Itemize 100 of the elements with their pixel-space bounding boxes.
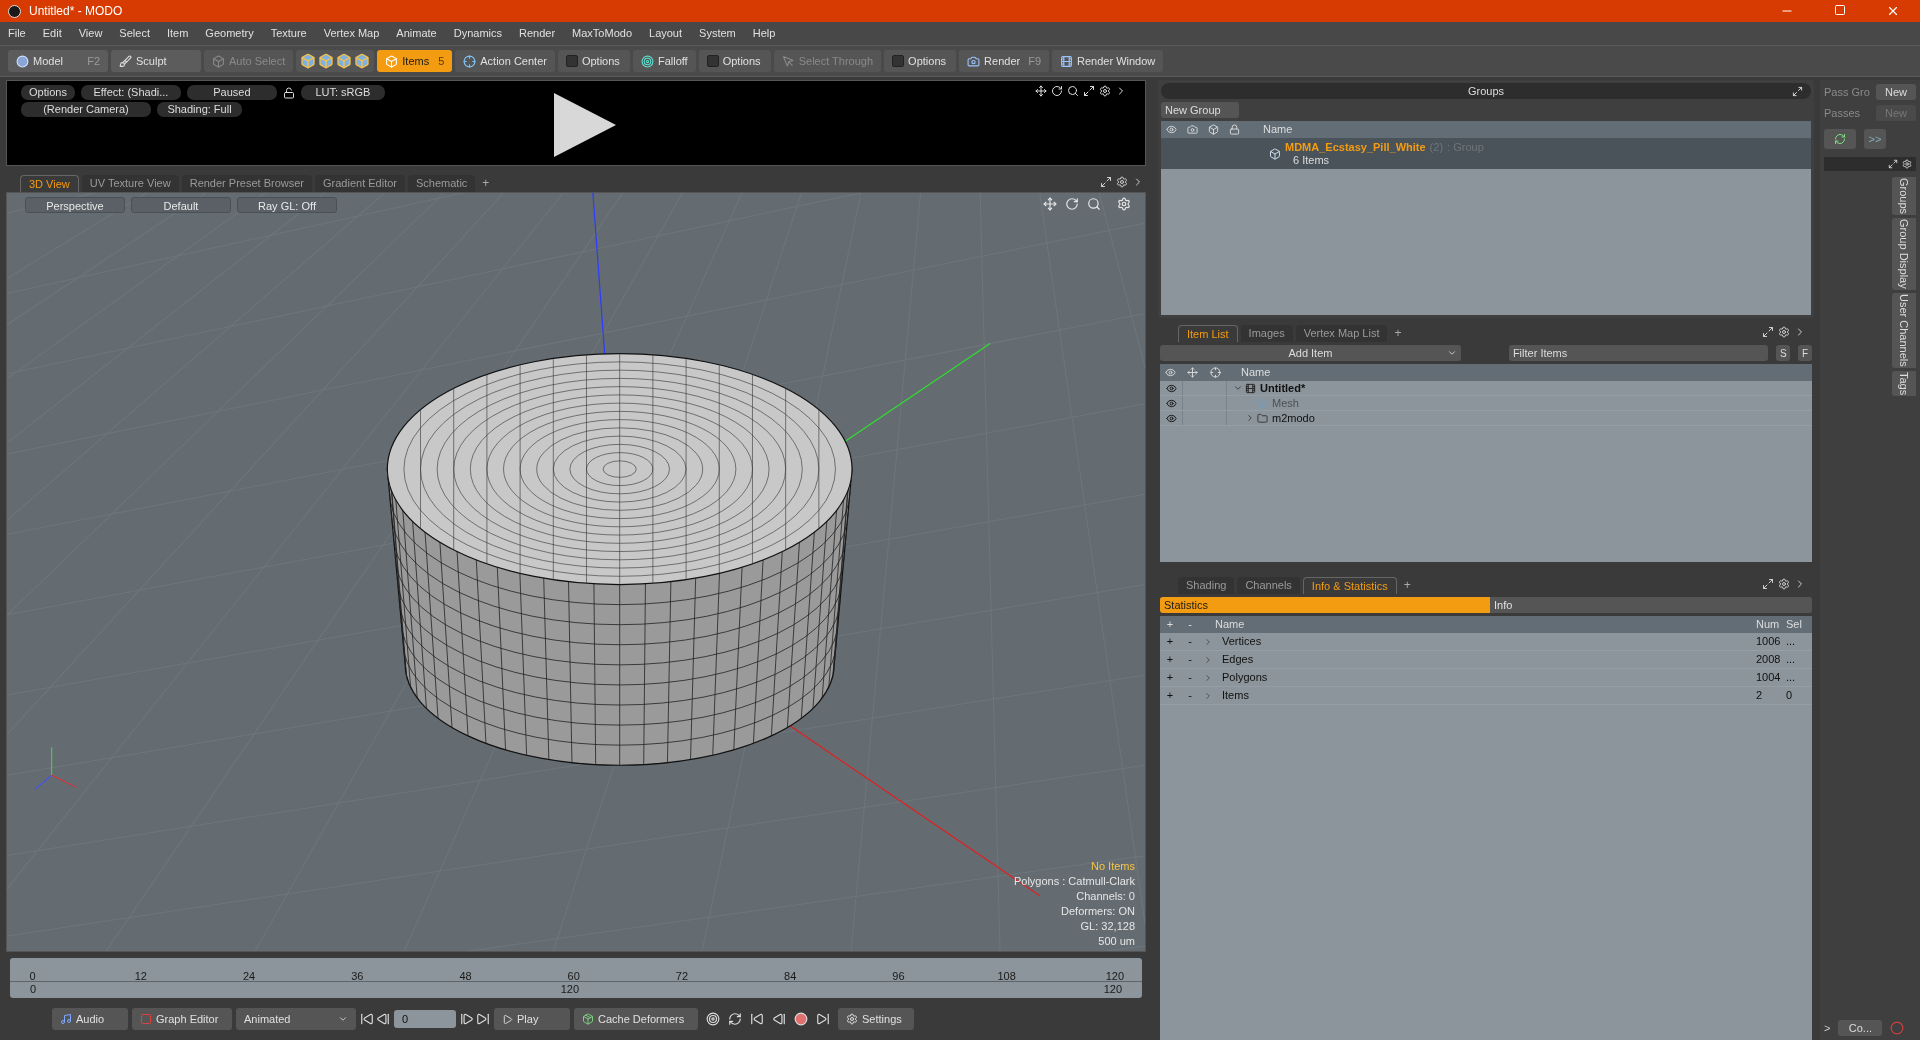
shading-chip[interactable]: Shading: Full <box>157 102 242 117</box>
collapse-control[interactable]: - <box>1180 687 1200 704</box>
maximize-icon[interactable] <box>1762 578 1774 590</box>
side-tab[interactable]: Groups <box>1891 177 1916 216</box>
menu-item[interactable]: MaxToModo <box>572 25 632 42</box>
settings-icon[interactable] <box>1778 578 1790 590</box>
selection-mode-icon[interactable] <box>354 53 371 69</box>
lock-icon[interactable] <box>282 86 295 99</box>
expand-control[interactable]: + <box>1160 633 1180 650</box>
expand-control[interactable]: + <box>1160 687 1180 704</box>
zoom-icon[interactable] <box>1067 85 1079 97</box>
panel-tab[interactable]: Images <box>1240 325 1293 342</box>
panel-tab[interactable]: Schematic <box>408 175 476 192</box>
maximize-icon[interactable] <box>1762 326 1774 338</box>
previous-key-icon[interactable] <box>750 1012 764 1026</box>
paused-chip[interactable]: Paused <box>186 85 277 100</box>
panel-tab[interactable]: Render Preset Browser <box>181 175 312 192</box>
visibility-icon[interactable] <box>1165 412 1177 424</box>
viewport-option-button[interactable]: Default <box>131 197 231 213</box>
viewport-option-button[interactable]: Ray GL: Off <box>237 197 337 213</box>
first-frame-icon[interactable] <box>360 1012 374 1026</box>
cache-deformers-button[interactable]: Cache Deformers <box>574 1008 698 1030</box>
panel-tab[interactable]: 3D View <box>20 175 79 192</box>
toolbar-button[interactable]: Render Window <box>1052 50 1164 72</box>
play-icon[interactable] <box>552 93 616 157</box>
menu-item[interactable]: Item <box>166 25 189 42</box>
mode-dropdown[interactable]: Animated <box>236 1008 356 1030</box>
pan-icon[interactable] <box>1035 85 1047 97</box>
filter-toggle-button[interactable]: S <box>1776 345 1791 361</box>
panel-tab[interactable]: Gradient Editor <box>315 175 405 192</box>
toolbar-button[interactable]: Action Center <box>455 50 555 72</box>
mode-button[interactable]: Model F2 <box>8 50 108 72</box>
settings-icon[interactable] <box>1902 159 1912 169</box>
menu-item[interactable]: View <box>78 25 103 42</box>
more-button[interactable]: >> <box>1864 129 1886 149</box>
menu-item[interactable]: Animate <box>396 25 437 42</box>
maximize-icon[interactable] <box>1100 176 1112 188</box>
menu-item[interactable]: System <box>699 25 736 42</box>
menu-item[interactable]: Edit <box>42 25 62 42</box>
tree-item[interactable]: Untitled* <box>1260 379 1306 397</box>
add-pass-button[interactable] <box>1824 129 1856 149</box>
last-frame-icon[interactable] <box>476 1012 490 1026</box>
previous-frame-icon[interactable] <box>376 1012 390 1026</box>
effect-chip[interactable]: Effect: (Shadi... <box>80 85 181 100</box>
menu-item[interactable]: File <box>8 25 26 42</box>
new-pass-group-button[interactable]: New <box>1876 84 1916 101</box>
visibility-icon[interactable] <box>1165 382 1177 394</box>
menu-item[interactable]: Dynamics <box>453 25 502 42</box>
mode-button[interactable]: Items 5 <box>377 50 453 72</box>
panel-tab[interactable]: Item List <box>1178 325 1238 342</box>
menu-item[interactable]: Geometry <box>205 25 254 42</box>
frame-field[interactable]: 0 <box>394 1010 456 1028</box>
command-button[interactable]: Co... <box>1838 1019 1883 1036</box>
close-icon[interactable] <box>1886 4 1900 18</box>
filter-field[interactable]: Filter Items <box>1508 345 1769 361</box>
settings-icon[interactable] <box>1099 85 1111 97</box>
add-tab-icon[interactable]: + <box>1399 576 1415 594</box>
viewport-option-button[interactable]: Perspective <box>25 197 125 213</box>
new-group-button[interactable]: New Group <box>1161 102 1239 118</box>
menu-item[interactable]: Render <box>519 25 556 42</box>
panel-tab[interactable]: Shading <box>1178 577 1235 594</box>
maximize-icon[interactable] <box>1888 159 1898 169</box>
collapse-control[interactable]: - <box>1180 651 1200 668</box>
menu-item[interactable]: Layout <box>649 25 683 42</box>
add-item-dropdown[interactable]: Add Item <box>1160 345 1461 361</box>
options-chip[interactable]: Options <box>21 85 75 100</box>
panel-tab[interactable]: UV Texture View <box>81 175 179 192</box>
lut-chip[interactable]: LUT: sRGB <box>300 85 385 100</box>
maximize-icon[interactable] <box>1792 85 1803 97</box>
options-button[interactable]: Options <box>884 50 957 72</box>
settings-icon[interactable] <box>1116 176 1128 188</box>
selection-mode-icon[interactable] <box>318 53 335 69</box>
rotate-icon[interactable] <box>1051 85 1063 97</box>
selection-mode-icon[interactable] <box>336 53 353 69</box>
side-tab[interactable]: Tags <box>1891 370 1916 396</box>
mode-button[interactable]: Sculpt <box>111 50 201 72</box>
maximize-icon[interactable] <box>1083 85 1095 97</box>
add-tab-icon[interactable]: + <box>1390 324 1406 342</box>
graph-editor-button[interactable]: Graph Editor <box>132 1008 232 1030</box>
toolbar-button[interactable]: Render F9 <box>959 50 1049 72</box>
menu-item[interactable]: Help <box>752 25 776 42</box>
next-key-icon[interactable] <box>816 1012 830 1026</box>
toolbar-button[interactable]: Falloff <box>632 50 696 72</box>
side-tab[interactable]: Group Display <box>1891 218 1916 290</box>
settings-icon[interactable] <box>1778 326 1790 338</box>
options-button[interactable]: Options <box>557 50 630 72</box>
collapse-control[interactable]: - <box>1180 669 1200 686</box>
previous-key-icon[interactable] <box>772 1012 786 1026</box>
expand-control[interactable]: + <box>1160 651 1180 668</box>
panel-tab[interactable]: Channels <box>1237 577 1300 594</box>
panel-tab[interactable]: Vertex Map List <box>1295 325 1388 342</box>
next-frame-icon[interactable] <box>460 1012 474 1026</box>
subtab[interactable]: Statistics <box>1160 597 1490 613</box>
menu-item[interactable]: Select <box>119 25 150 42</box>
side-tab[interactable]: User Channels <box>1891 292 1916 368</box>
filter-toggle-button[interactable]: F <box>1798 345 1812 361</box>
menu-item[interactable]: Texture <box>270 25 307 42</box>
audio-button[interactable]: Audio <box>52 1008 128 1030</box>
tree-item[interactable]: m2modo <box>1272 409 1315 427</box>
menu-item[interactable]: Vertex Map <box>323 25 380 42</box>
